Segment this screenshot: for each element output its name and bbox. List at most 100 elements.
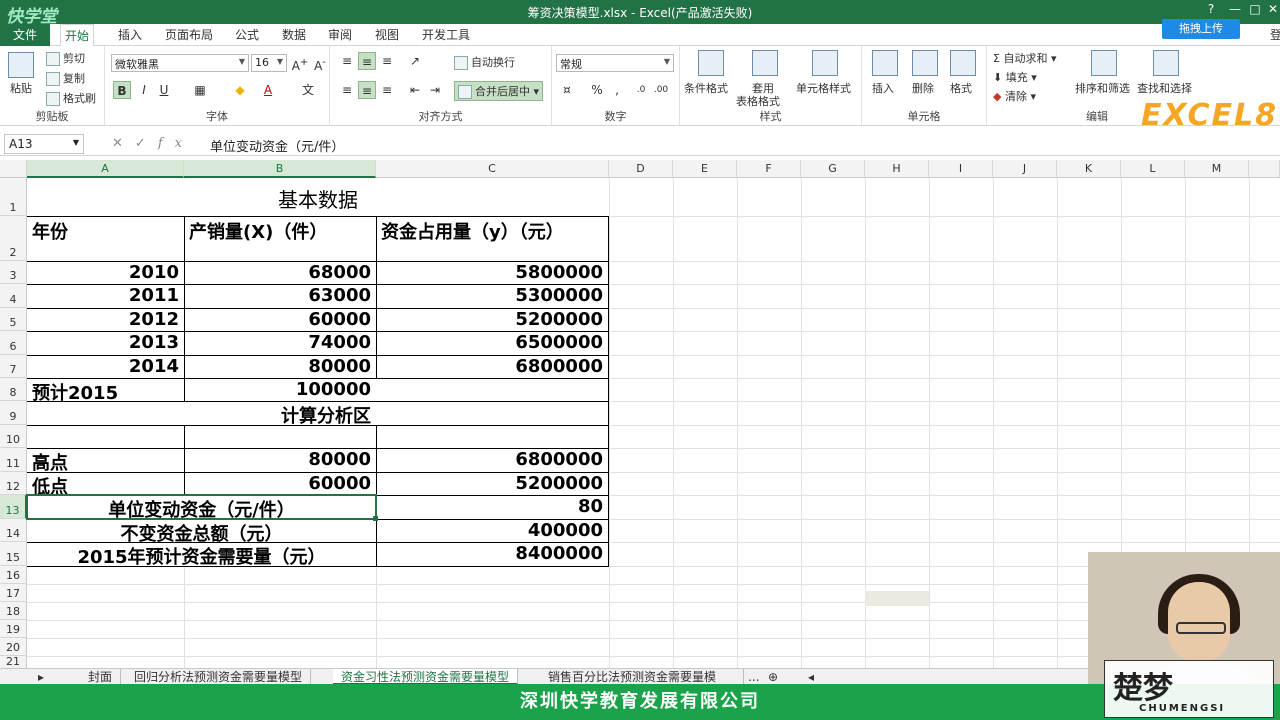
scroll-left-icon[interactable]: ◂: [800, 669, 822, 685]
sheet-tab-cover[interactable]: 封面: [80, 669, 122, 685]
row-header[interactable]: 19: [0, 620, 27, 638]
align-right-icon[interactable]: ≡: [378, 81, 396, 99]
sort-filter-button[interactable]: 排序和筛选: [1075, 80, 1130, 96]
header-quantity[interactable]: 产销量(X)（件）: [185, 218, 375, 246]
table-cell[interactable]: 5800000: [377, 262, 607, 284]
border-icon[interactable]: ▦: [191, 81, 209, 99]
account-button[interactable]: 登: [1266, 26, 1280, 43]
conditional-format-button[interactable]: 条件格式: [684, 80, 728, 96]
row-header[interactable]: 6: [0, 331, 27, 355]
bold-button[interactable]: B: [113, 81, 131, 99]
column-header-j[interactable]: J: [993, 160, 1057, 178]
increase-indent-icon[interactable]: ⇥: [426, 81, 444, 99]
table-cell[interactable]: 5300000: [377, 285, 607, 307]
row-header[interactable]: 14: [0, 519, 27, 542]
tab-formulas[interactable]: 公式: [231, 26, 263, 43]
format-table-button-line2[interactable]: 表格格式: [736, 93, 780, 109]
analysis-title[interactable]: 计算分析区: [28, 402, 375, 424]
select-all-corner[interactable]: [0, 160, 27, 178]
table-cell[interactable]: 5200000: [377, 309, 607, 331]
grow-font-button[interactable]: A+: [291, 54, 309, 73]
fx-icon[interactable]: fx: [158, 136, 194, 151]
name-box[interactable]: A13 ▼: [4, 134, 84, 154]
capital-need-label[interactable]: 2015年预计资金需要量（元）: [28, 543, 375, 565]
align-center-icon[interactable]: ≡: [358, 81, 376, 99]
phonetic-icon[interactable]: 文: [299, 81, 317, 99]
fill-color-icon[interactable]: ◆: [231, 81, 249, 99]
orientation-icon[interactable]: ↗: [406, 52, 424, 70]
table-cell[interactable]: 6800000: [377, 356, 607, 378]
header-year[interactable]: 年份: [28, 218, 183, 246]
table-cell[interactable]: 2012: [28, 309, 183, 331]
wrap-text-button[interactable]: 自动换行: [454, 54, 515, 70]
close-button[interactable]: ✕: [1262, 2, 1280, 20]
high-label[interactable]: 高点: [28, 449, 183, 471]
clear-button[interactable]: ◆ 清除 ▾: [993, 88, 1036, 104]
tab-view[interactable]: 视图: [371, 26, 403, 43]
low-quantity[interactable]: 60000: [185, 473, 375, 495]
add-sheet-icon[interactable]: ⊕: [760, 669, 786, 685]
row-header[interactable]: 20: [0, 638, 27, 656]
italic-button[interactable]: I: [135, 81, 153, 99]
currency-icon[interactable]: ¤: [558, 81, 576, 99]
confirm-icon[interactable]: ✓: [135, 136, 158, 151]
column-header-l[interactable]: L: [1121, 160, 1185, 178]
forecast-label[interactable]: 预计2015: [28, 379, 183, 401]
column-header-a[interactable]: A: [27, 160, 184, 178]
table-cell[interactable]: 74000: [185, 332, 375, 354]
forecast-value[interactable]: 100000: [185, 379, 375, 401]
high-capital[interactable]: 6800000: [377, 449, 607, 471]
high-quantity[interactable]: 80000: [185, 449, 375, 471]
sheet-tab-capital-habit[interactable]: 资金习性法预测资金需要量模型: [333, 669, 519, 685]
column-header-h[interactable]: H: [865, 160, 929, 178]
comma-button[interactable]: ,: [608, 81, 626, 99]
row-header[interactable]: 12: [0, 472, 27, 495]
row-header[interactable]: 7: [0, 355, 27, 378]
insert-cells-button[interactable]: 插入: [872, 80, 894, 96]
percent-button[interactable]: %: [588, 81, 606, 99]
fill-button[interactable]: ⬇ 填充 ▾: [993, 69, 1037, 85]
column-header-d[interactable]: D: [609, 160, 673, 178]
tab-page-layout[interactable]: 页面布局: [161, 26, 217, 43]
table-cell[interactable]: 6500000: [377, 332, 607, 354]
low-label[interactable]: 低点: [28, 473, 183, 495]
table-cell[interactable]: 63000: [185, 285, 375, 307]
table-cell[interactable]: 2011: [28, 285, 183, 307]
column-header-b[interactable]: B: [184, 160, 376, 178]
row-header[interactable]: 11: [0, 448, 27, 472]
merge-center-button[interactable]: 合并后居中 ▾: [454, 81, 544, 101]
font-color-icon[interactable]: A: [259, 81, 277, 99]
number-format-combo[interactable]: 常规 ▼: [556, 54, 674, 72]
paste-button[interactable]: 粘贴: [10, 80, 32, 96]
fixed-capital-value[interactable]: 400000: [377, 520, 607, 542]
table-cell[interactable]: 2013: [28, 332, 183, 354]
low-capital[interactable]: 5200000: [377, 473, 607, 495]
autosum-button[interactable]: Σ 自动求和 ▾: [993, 50, 1056, 66]
sheet-tab-sales-percent[interactable]: 销售百分比法预测资金需要量模: [540, 669, 744, 685]
tab-developer[interactable]: 开发工具: [418, 26, 474, 43]
table-cell[interactable]: 80000: [185, 356, 375, 378]
table-cell[interactable]: 2014: [28, 356, 183, 378]
column-header-f[interactable]: F: [737, 160, 801, 178]
row-header[interactable]: 17: [0, 584, 27, 602]
align-middle-icon[interactable]: ≡: [358, 52, 376, 70]
row-header[interactable]: 10: [0, 425, 27, 448]
font-size-combo[interactable]: 16 ▼: [251, 54, 287, 72]
column-header-i[interactable]: I: [929, 160, 993, 178]
copy-button[interactable]: 复制: [46, 70, 85, 86]
cut-button[interactable]: 剪切: [46, 50, 85, 66]
highlighted-cell[interactable]: [865, 591, 929, 606]
underline-button[interactable]: U: [155, 81, 173, 99]
row-header[interactable]: 8: [0, 378, 27, 401]
format-cells-button[interactable]: 格式: [950, 80, 972, 96]
upload-button[interactable]: 拖拽上传: [1162, 19, 1240, 39]
tab-home[interactable]: 开始: [60, 24, 95, 47]
row-header[interactable]: 3: [0, 261, 27, 284]
fill-handle[interactable]: [373, 516, 378, 521]
decrease-decimal-icon[interactable]: .00: [652, 81, 670, 99]
format-painter-button[interactable]: 格式刷: [46, 90, 96, 106]
formula-input[interactable]: 单位变动资金（元/件）: [210, 136, 344, 155]
scroll-tabs-right-icon[interactable]: ▸: [30, 669, 52, 685]
tab-data[interactable]: 数据: [278, 26, 310, 43]
cancel-icon[interactable]: ✕: [112, 136, 135, 151]
